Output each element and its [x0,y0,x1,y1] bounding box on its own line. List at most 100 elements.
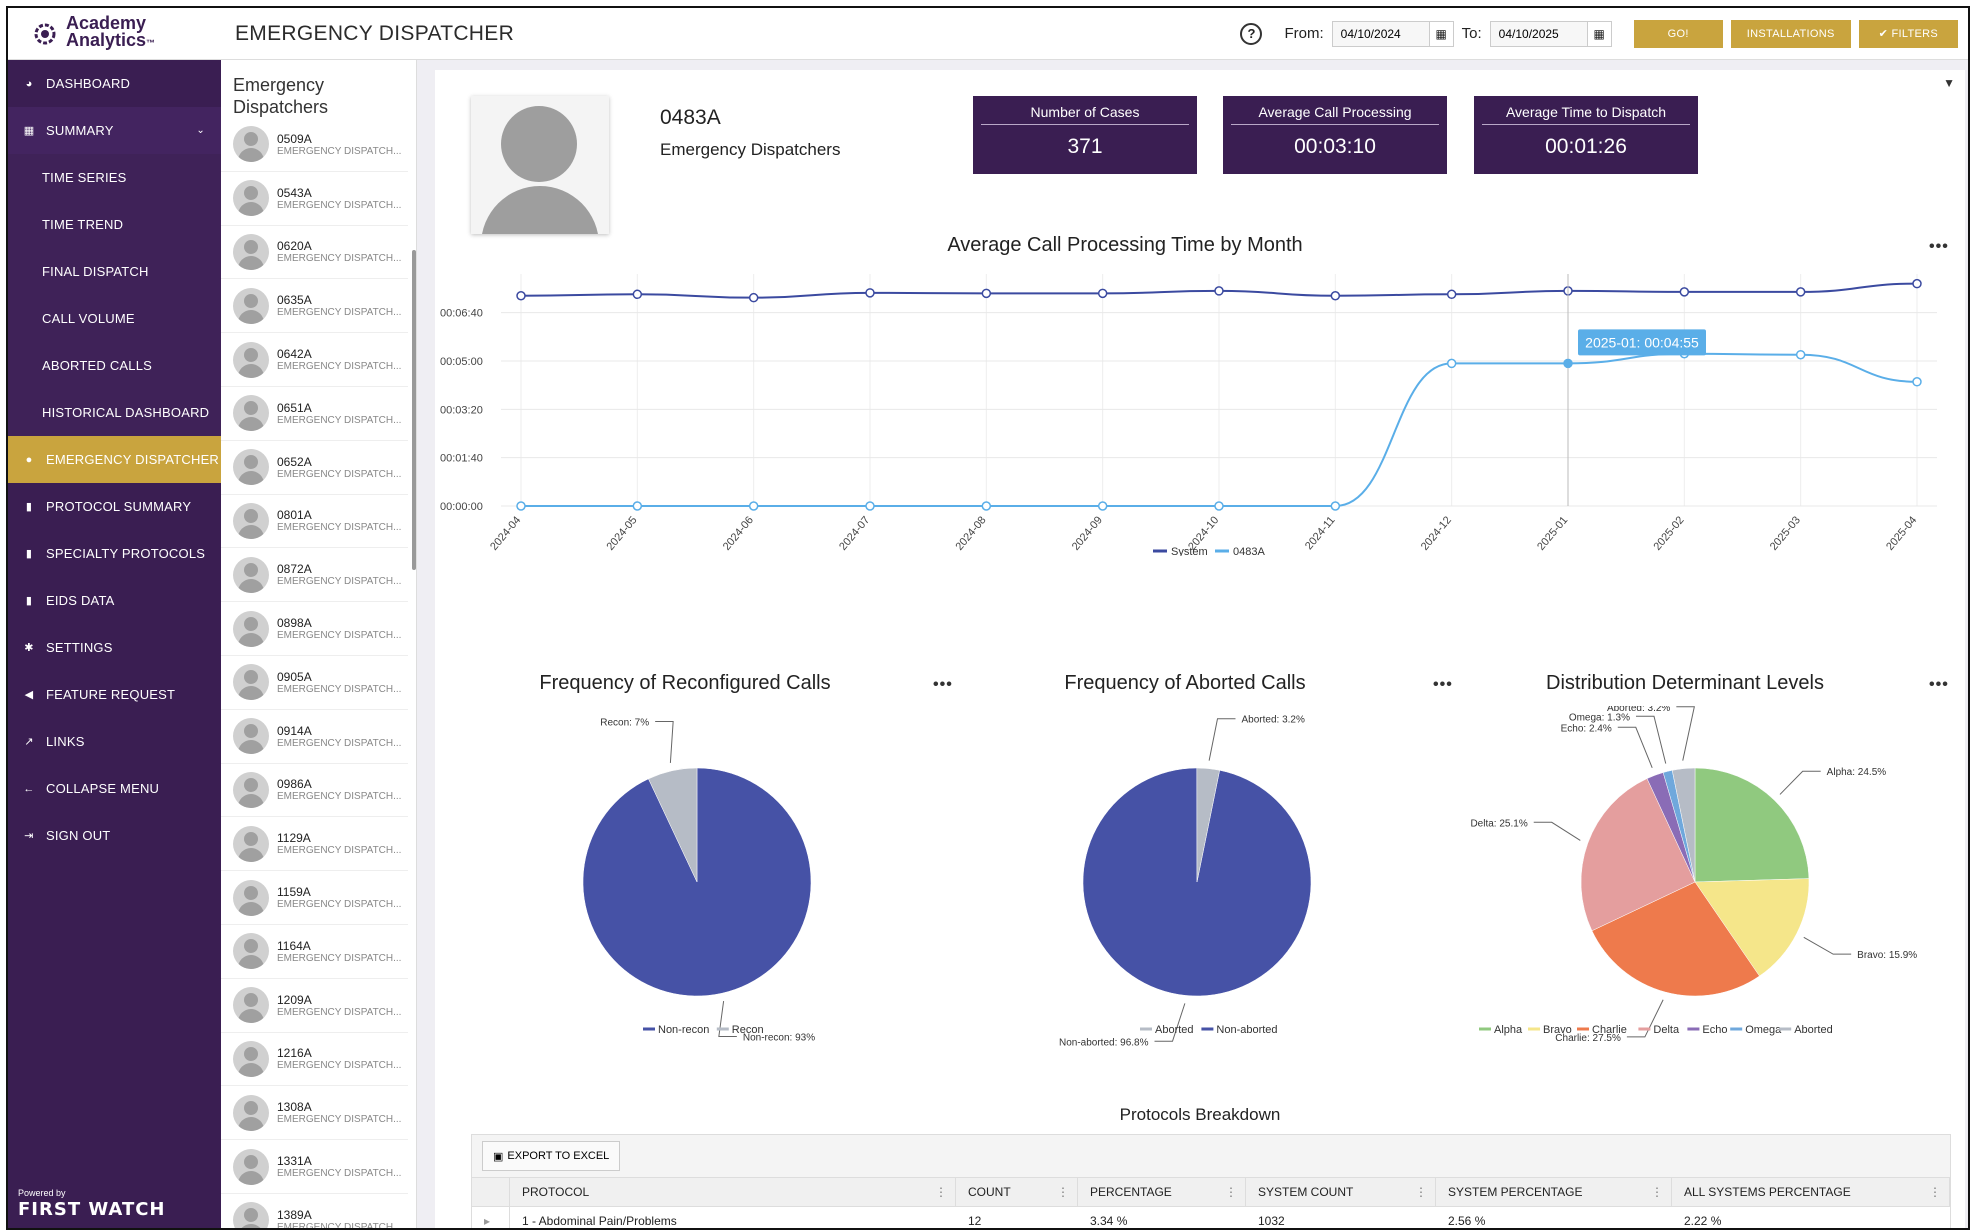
dispatcher-list-item[interactable]: 0620A EMERGENCY DISPATCH... [221,226,408,280]
dispatcher-list-item[interactable]: 1216A EMERGENCY DISPATCH... [221,1033,408,1087]
sidebar-item-feature-request[interactable]: ◀ FEATURE REQUEST [8,671,221,718]
data-point[interactable] [1446,289,1457,300]
dispatcher-list-item[interactable]: 0898A EMERGENCY DISPATCH... [221,602,408,656]
sidebar-item-aborted-calls[interactable]: ABORTED CALLS [8,342,221,389]
sidebar-item-eids-data[interactable]: ▮ EIDS DATA [8,577,221,624]
export-to-excel-button[interactable]: ▣ EXPORT TO EXCEL [482,1141,621,1171]
sidebar-item-collapse-menu[interactable]: ← COLLAPSE MENU [8,765,221,812]
determinant-pie-menu-icon[interactable]: ••• [1929,676,1949,694]
dispatcher-list-item[interactable]: 1159A EMERGENCY DISPATCH... [221,871,408,925]
dispatcher-list-item[interactable]: 0986A EMERGENCY DISPATCH... [221,764,408,818]
sidebar-item-settings[interactable]: ✱ SETTINGS [8,624,221,671]
dispatcher-list-item[interactable]: 0914A EMERGENCY DISPATCH... [221,710,408,764]
calendar-icon[interactable]: ▦ [1428,21,1453,46]
to-date-input[interactable] [1490,21,1587,46]
sidebar-item-emergency-dispatcher[interactable]: ● EMERGENCY DISPATCHER [8,436,221,483]
logo[interactable]: Academy Analytics™ [8,8,221,60]
data-point[interactable] [1795,287,1806,297]
legend-label[interactable]: Bravo [1543,1024,1572,1036]
legend-label[interactable]: Echo [1702,1024,1727,1036]
data-point[interactable] [1097,501,1108,511]
sidebar-item-final-dispatch[interactable]: FINAL DISPATCH [8,248,221,295]
dispatcher-list-item[interactable]: 0635A EMERGENCY DISPATCH... [221,279,408,334]
dispatcher-list-item[interactable]: 0509A EMERGENCY DISPATCH... [221,118,408,172]
data-point[interactable] [1214,286,1224,296]
sidebar-item-sign-out[interactable]: ⇥ SIGN OUT [8,812,221,859]
dispatcher-list-item[interactable]: 1331A EMERGENCY DISPATCH... [221,1140,408,1194]
column-menu-icon[interactable]: ⋮ [1929,1185,1941,1199]
legend-label[interactable]: Non-aborted [1216,1024,1277,1036]
legend-label[interactable]: Omega [1745,1024,1782,1036]
data-point[interactable] [516,501,526,511]
dispatcher-list-item[interactable]: 1308A EMERGENCY DISPATCH... [221,1086,408,1141]
help-icon[interactable]: ? [1240,22,1263,45]
dispatcher-list-item[interactable]: 1164A EMERGENCY DISPATCH... [221,925,408,979]
legend-label[interactable]: Non-recon [658,1024,709,1036]
dispatcher-list-item[interactable]: 0642A EMERGENCY DISPATCH... [221,333,408,387]
dispatcher-list-scrollbar[interactable] [412,250,416,570]
column-header[interactable]: SYSTEM PERCENTAGE ⋮ [1436,1178,1672,1206]
column-header[interactable]: SYSTEM COUNT ⋮ [1246,1178,1436,1206]
data-point[interactable] [1446,358,1457,369]
column-menu-icon[interactable]: ⋮ [935,1185,947,1199]
table-row[interactable]: ▸ 1 - Abdominal Pain/Problems 12 3.34 % 1032… [472,1207,1950,1228]
column-header[interactable]: PROTOCOL ⋮ [510,1178,956,1206]
highlighted-point[interactable] [1563,358,1573,368]
sidebar-item-time-series[interactable]: TIME SERIES [8,154,221,201]
column-menu-icon[interactable]: ⋮ [1651,1185,1663,1199]
row-expand-icon[interactable]: ▸ [472,1207,510,1228]
data-point[interactable] [1912,278,1922,289]
legend-label[interactable]: Recon [732,1024,764,1036]
recon-pie-menu-icon[interactable]: ••• [933,676,953,694]
column-header[interactable]: COUNT ⋮ [956,1178,1078,1206]
sidebar-item-call-volume[interactable]: CALL VOLUME [8,295,221,342]
dispatcher-list-item[interactable]: 1129A EMERGENCY DISPATCH... [221,817,408,872]
data-point[interactable] [981,501,992,511]
filters-button[interactable]: ✔ FILTERS [1858,19,1958,48]
go-button[interactable]: GO! [1633,19,1723,48]
column-menu-icon[interactable]: ⋮ [1057,1185,1069,1199]
sidebar-item-dashboard[interactable]: ◕ DASHBOARD [8,60,221,107]
legend-label[interactable]: 0483A [1233,546,1265,556]
data-point[interactable] [1330,501,1341,511]
data-point[interactable] [516,291,526,301]
aborted-pie-menu-icon[interactable]: ••• [1433,676,1453,694]
sidebar-item-specialty-protocols[interactable]: ▮ SPECIALTY PROTOCOLS [8,530,221,577]
sidebar-item-summary[interactable]: ▦ SUMMARY ⌄ [8,107,221,154]
data-point[interactable] [1097,288,1108,299]
column-header[interactable]: PERCENTAGE ⋮ [1078,1178,1246,1206]
legend-label[interactable]: Delta [1653,1024,1680,1036]
legend-label[interactable]: Aborted [1794,1024,1833,1036]
dispatcher-list-item[interactable]: 0801A EMERGENCY DISPATCH... [221,495,408,549]
data-point[interactable] [748,501,759,511]
dispatcher-list-item[interactable]: 1209A EMERGENCY DISPATCH... [221,979,408,1033]
column-menu-icon[interactable]: ⋮ [1415,1185,1427,1199]
line-chart-menu-icon[interactable]: ••• [1929,238,1949,256]
from-date-input[interactable] [1332,21,1429,46]
data-point[interactable] [865,501,875,511]
data-point[interactable] [865,288,875,298]
calendar-icon[interactable]: ▦ [1586,21,1611,46]
dispatcher-list-item[interactable]: 0652A EMERGENCY DISPATCH... [221,441,408,495]
dispatcher-list-item[interactable]: 1389A EMERGENCY DISPATCH... [221,1194,408,1228]
data-point[interactable] [748,292,759,303]
data-point[interactable] [1214,501,1224,511]
data-point[interactable] [632,501,643,511]
dispatcher-list-item[interactable]: 0872A EMERGENCY DISPATCH... [221,548,408,603]
data-point[interactable] [632,289,643,300]
pie-slice-alpha[interactable] [1694,767,1810,883]
data-point[interactable] [1679,287,1690,297]
data-point[interactable] [1912,377,1922,387]
column-header[interactable]: ALL SYSTEMS PERCENTAGE ⋮ [1672,1178,1950,1206]
sidebar-item-protocol-summary[interactable]: ▮ PROTOCOL SUMMARY [8,483,221,530]
column-menu-icon[interactable]: ⋮ [1225,1185,1237,1199]
legend-label[interactable]: Charlie [1592,1024,1627,1036]
legend-label[interactable]: System [1171,546,1208,556]
data-point[interactable] [981,288,992,299]
legend-label[interactable]: Alpha [1494,1024,1523,1036]
data-point[interactable] [1795,349,1806,360]
dispatcher-list-item[interactable]: 0651A EMERGENCY DISPATCH... [221,387,408,441]
dispatcher-list-item[interactable]: 0543A EMERGENCY DISPATCH... [221,172,408,226]
dispatcher-list-item[interactable]: 0905A EMERGENCY DISPATCH... [221,656,408,710]
legend-label[interactable]: Aborted [1155,1024,1194,1036]
